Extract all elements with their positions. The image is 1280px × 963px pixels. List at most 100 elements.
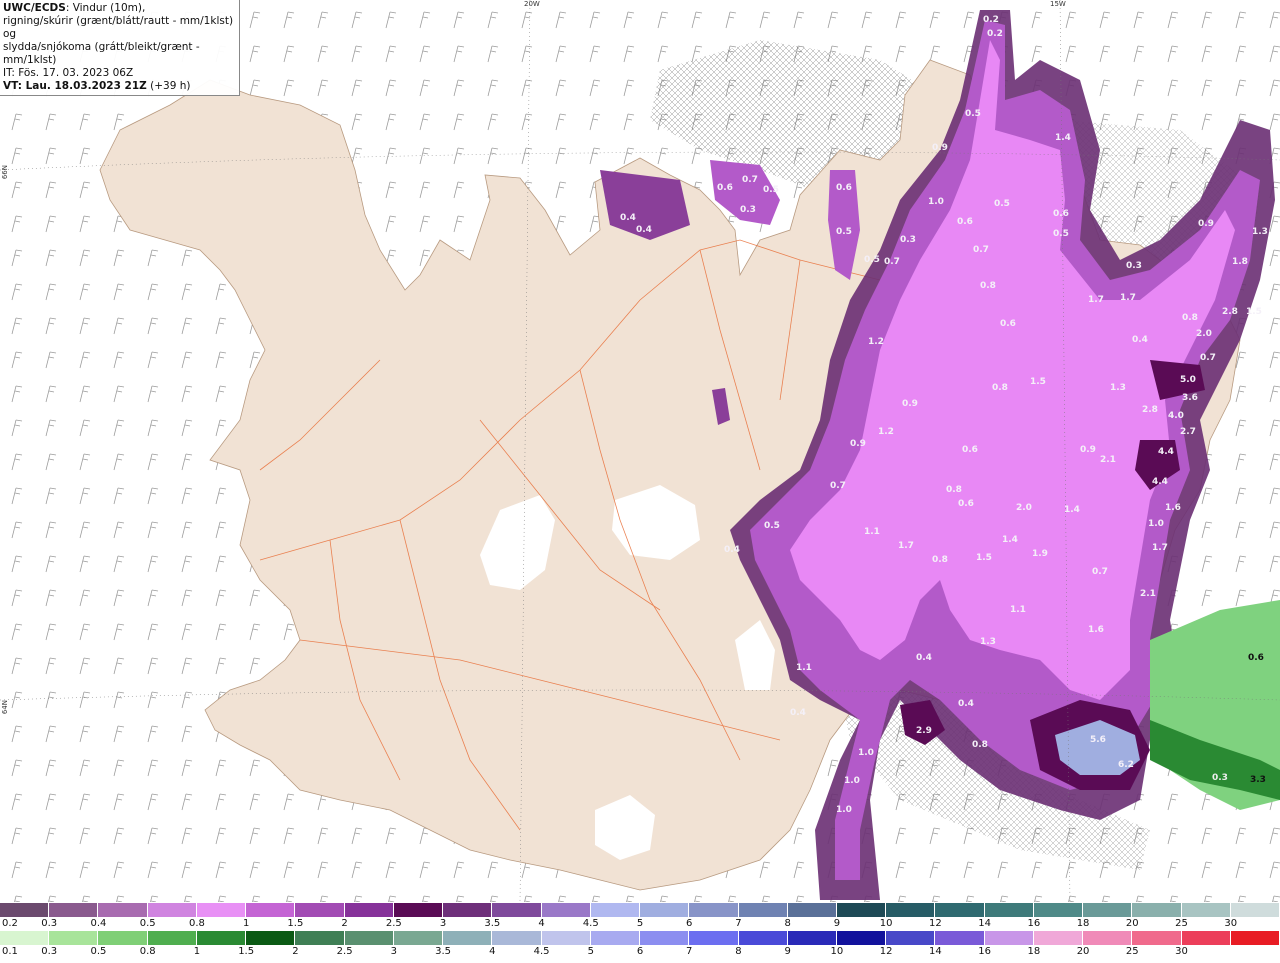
snow-swatch-8 bbox=[393, 903, 444, 917]
val-c-17: 0.5 bbox=[764, 521, 780, 531]
val-s-4: 1.0 bbox=[858, 748, 874, 758]
val-e-2: 1.3 bbox=[1110, 383, 1126, 393]
val-c-23: 0.4 bbox=[790, 708, 806, 718]
rain-swatch-24 bbox=[1181, 931, 1231, 945]
val-e-16: 0.7 bbox=[1092, 567, 1108, 577]
info-line-5: VT: Lau. 18.03.2023 21Z (+39 h) bbox=[3, 80, 236, 93]
rain-swatch-14 bbox=[689, 931, 739, 945]
rain-swatch-1 bbox=[49, 931, 99, 945]
snow-tick-label: 0.8 bbox=[188, 918, 205, 929]
snow-tick-label: 14 bbox=[978, 918, 991, 929]
snow-tick-label: 10 bbox=[879, 918, 893, 929]
rain-tick-label: 18 bbox=[1027, 946, 1041, 957]
rain-swatch-6 bbox=[295, 931, 345, 945]
val-e-17: 1.6 bbox=[1088, 625, 1104, 635]
rain-tick-label: 8 bbox=[735, 946, 742, 957]
snow-swatch-14 bbox=[689, 903, 739, 917]
snow-swatch-18 bbox=[886, 903, 936, 917]
val-ne-13: 0.7 bbox=[884, 257, 900, 267]
val-c-15: 1.7 bbox=[898, 541, 914, 551]
rain-swatch-20 bbox=[984, 931, 1034, 945]
snow-tick-label: 0.3 bbox=[41, 918, 58, 929]
legend-rain: 0.1 0.3 0.5 0.8 1 1.5 2 2.5 3 3.5 4 4.5 5 6 7 8 9 10 12 14 1… bbox=[0, 931, 1280, 963]
val-ne-9: 0.5 bbox=[1053, 229, 1069, 239]
rain-tick-label: 7 bbox=[686, 946, 693, 957]
lat-label-64n: 64N bbox=[1, 700, 9, 715]
rain-swatch-10 bbox=[492, 931, 542, 945]
val-ne-7: 1.4 bbox=[1055, 133, 1071, 143]
info-line-2: rigning/skúrir (grænt/blátt/rautt - mm/1… bbox=[3, 15, 234, 40]
rain-swatch-23 bbox=[1132, 931, 1182, 945]
val-s-2: 5.6 bbox=[1090, 735, 1106, 745]
val-e-18: 0.4 bbox=[1132, 335, 1148, 345]
val-e-10: 4.4 bbox=[1158, 447, 1174, 457]
snow-tick-label: 0.2 bbox=[2, 918, 18, 929]
info-line-1: UWC/ECDS: Vindur (10m), bbox=[3, 2, 236, 15]
val-r-1: 0.3 bbox=[1212, 773, 1228, 783]
rain-tick-label: 4 bbox=[489, 946, 496, 957]
val-ne-3: 0.9 bbox=[932, 143, 948, 153]
rain-swatch-16 bbox=[787, 931, 837, 945]
val-c-10: 1.4 bbox=[1064, 505, 1080, 515]
val-e-3: 2.8 bbox=[1142, 405, 1158, 415]
rain-tick-label: 12 bbox=[879, 946, 893, 957]
rain-tick-label: 1.5 bbox=[238, 946, 255, 957]
legend-rain-ticks: 0.1 0.3 0.5 0.8 1 1.5 2 2.5 3 3.5 4 4.5 5 6 7 8 9 10 12 14 1… bbox=[0, 946, 1280, 960]
val-ne-5: 0.6 bbox=[957, 217, 973, 227]
val-e-12: 1.6 bbox=[1165, 503, 1181, 513]
val-e-7: 5.0 bbox=[1180, 375, 1196, 385]
val-c-8: 0.8 bbox=[992, 383, 1008, 393]
snow-swatch-24 bbox=[1181, 903, 1231, 917]
val-e-19: 2.0 bbox=[1196, 329, 1212, 339]
rain-tick-label: 25 bbox=[1125, 946, 1139, 957]
snow-swatch-16 bbox=[787, 903, 837, 917]
snow-tick-label: 4.5 bbox=[582, 918, 599, 929]
forecast-info-box: UWC/ECDS: Vindur (10m), rigning/skúrir (… bbox=[0, 0, 240, 96]
val-n-5: 0.4 bbox=[636, 225, 652, 235]
rain-swatch-9 bbox=[443, 931, 493, 945]
val-n-4: 0.4 bbox=[620, 213, 636, 223]
snow-swatch-9 bbox=[443, 903, 493, 917]
val-c-19: 1.1 bbox=[1010, 605, 1026, 615]
rain-tick-label: 9 bbox=[784, 946, 791, 957]
val-e-11: 4.4 bbox=[1152, 477, 1168, 487]
val-c-22: 0.4 bbox=[916, 653, 932, 663]
val-n-0: 0.6 bbox=[717, 183, 733, 193]
val-n-2: 0.5 bbox=[763, 185, 779, 195]
rain-tick-label: 6 bbox=[636, 946, 644, 957]
snow-swatch-5 bbox=[246, 903, 296, 917]
val-e-20: 2.8 bbox=[1222, 307, 1238, 317]
valid-time: VT: Lau. 18.03.2023 21Z bbox=[3, 80, 147, 92]
snow-swatch-3 bbox=[147, 903, 197, 917]
rain-tick-label: 4.5 bbox=[533, 946, 550, 957]
val-c-0: 1.2 bbox=[868, 337, 884, 347]
val-ne-15: 0.5 bbox=[836, 227, 852, 237]
rain-swatch-5 bbox=[246, 931, 296, 945]
snow-swatch-23 bbox=[1132, 903, 1182, 917]
val-ne-12: 0.3 bbox=[900, 235, 916, 245]
val-s-3: 6.2 bbox=[1118, 760, 1134, 770]
rain-swatch-22 bbox=[1083, 931, 1133, 945]
snow-swatch-19 bbox=[935, 903, 985, 917]
val-e-4: 4.0 bbox=[1168, 411, 1184, 421]
val-e-14: 1.7 bbox=[1152, 543, 1168, 553]
initial-time: IT: Fös. 17. 03. 2023 06Z bbox=[3, 67, 134, 79]
rain-tick-label: 14 bbox=[929, 946, 942, 957]
snow-tick-label: 3 bbox=[439, 918, 447, 929]
val-e-22: 1.8 bbox=[1232, 257, 1248, 267]
val-n-3: 0.3 bbox=[740, 205, 756, 215]
val-n-6: 0.6 bbox=[836, 183, 852, 193]
rain-swatch-3 bbox=[147, 931, 197, 945]
val-e-8: 0.9 bbox=[1080, 445, 1096, 455]
snow-swatch-13 bbox=[640, 903, 690, 917]
val-ne-2: 0.5 bbox=[965, 109, 981, 119]
snow-swatch-2 bbox=[98, 903, 148, 917]
val-ne-8: 0.6 bbox=[1053, 209, 1069, 219]
val-c-16: 1.1 bbox=[864, 527, 880, 537]
val-c-7: 0.6 bbox=[958, 499, 974, 509]
val-c-4: 0.7 bbox=[830, 481, 846, 491]
rain-swatch-11 bbox=[541, 931, 591, 945]
val-ne-6: 0.5 bbox=[994, 199, 1010, 209]
snow-swatch-21 bbox=[1033, 903, 1084, 917]
snow-swatch-0 bbox=[0, 903, 50, 917]
